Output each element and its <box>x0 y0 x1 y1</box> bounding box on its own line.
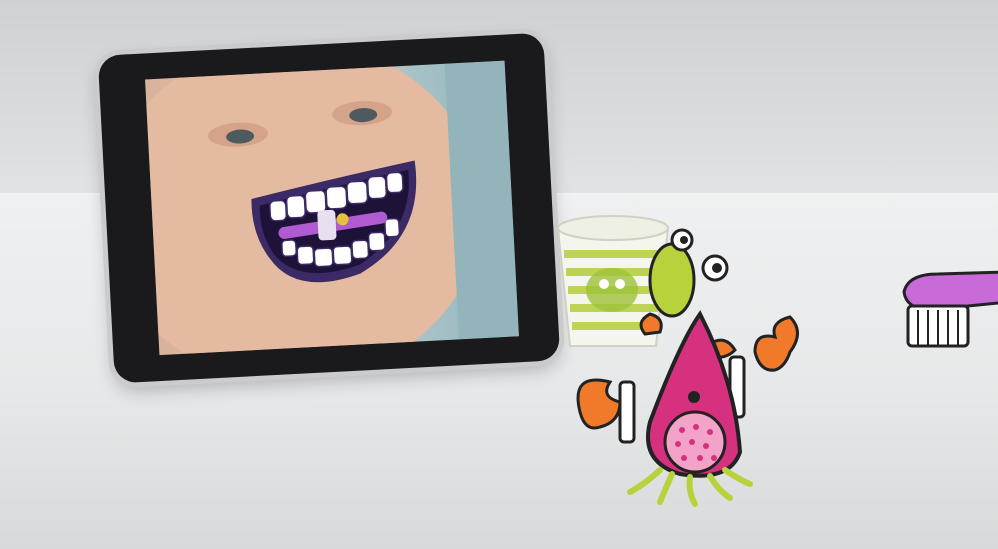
photo-scene <box>0 0 998 549</box>
cartoon-toothbrush <box>902 270 998 348</box>
tablet <box>97 32 561 384</box>
cartoon-monster <box>576 228 799 507</box>
child-face-image <box>145 60 519 356</box>
tablet-screen <box>145 60 519 356</box>
